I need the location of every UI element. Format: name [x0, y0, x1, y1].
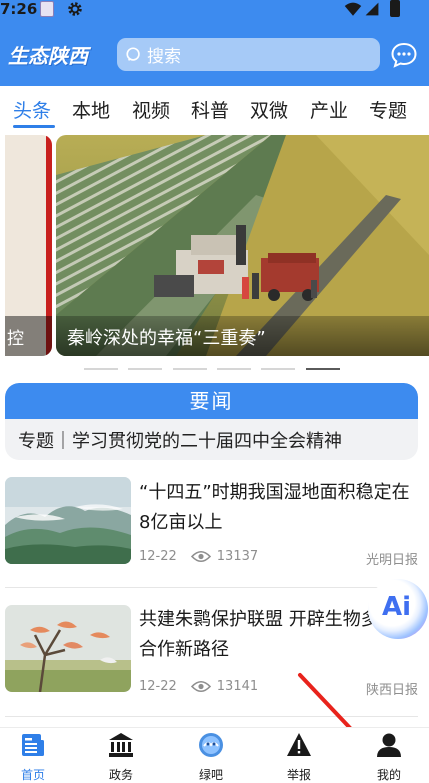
article-title[interactable]: “十四五”时期我国湿地面积稳定在8亿亩以上	[139, 478, 421, 538]
signal-icon	[365, 2, 379, 16]
nav-green-bar-label: 绿吧	[198, 768, 223, 782]
banner-carousel[interactable]: 控 秦岭深处的幸福“三重奏”	[0, 135, 429, 356]
nav-report[interactable]: 举报	[269, 732, 329, 782]
carousel-slide-current[interactable]: 秦岭深处的幸福“三重奏”	[56, 135, 429, 356]
eye-icon	[190, 550, 211, 563]
key-news-box[interactable]: 要闻 专题｜学习贯彻党的二十届四中全会精神	[5, 383, 418, 460]
status-bar: 7:26	[0, 0, 429, 20]
notification-app-icon	[40, 1, 54, 17]
search-icon	[126, 46, 140, 61]
tab-weibo-wechat[interactable]: 双微	[250, 96, 288, 123]
search-placeholder: 搜索	[147, 47, 181, 67]
battery-icon	[390, 0, 400, 17]
carousel-dot[interactable]	[261, 368, 295, 370]
article-date: 12-22	[139, 679, 177, 694]
carousel-dot[interactable]	[128, 368, 162, 370]
wetland-mountain-image	[5, 477, 131, 564]
slide-caption-text: 秦岭深处的幸福“三重奏”	[67, 328, 266, 349]
wifi-icon	[344, 2, 362, 16]
article-meta: 12-22 13141	[139, 679, 258, 694]
nav-home-label: 首页	[20, 768, 45, 782]
tab-science[interactable]: 科普	[191, 96, 229, 123]
green-bar-icon	[199, 733, 223, 757]
nav-home[interactable]: 首页	[3, 732, 63, 782]
article-item[interactable]: 共建朱鹮保护联盟 开辟生物多样性合作新路径 12-22 13141 陕西日报	[0, 602, 429, 730]
divider	[5, 587, 418, 588]
ai-assistant-label: Ai	[382, 592, 412, 622]
nav-green-bar[interactable]: 绿吧	[181, 732, 241, 782]
carousel-indicators	[0, 368, 429, 372]
category-tabs: 头条 本地 视频 科普 双微 产业 专题	[0, 86, 429, 130]
carousel-dot[interactable]	[84, 368, 118, 370]
news-icon	[22, 734, 44, 756]
warning-icon	[287, 733, 311, 756]
article-item[interactable]: “十四五”时期我国湿地面积稳定在8亿亩以上 12-22 13137 光明日报	[0, 476, 429, 604]
article-source: 光明日报	[365, 553, 418, 568]
ibis-birds-image	[5, 605, 131, 692]
carousel-dot-active[interactable]	[306, 368, 340, 370]
carousel-dot[interactable]	[217, 368, 251, 370]
slide-caption-previous: 控	[5, 316, 52, 356]
nav-profile-label: 我的	[376, 768, 401, 782]
carousel-dot[interactable]	[173, 368, 207, 370]
nav-report-label: 举报	[286, 768, 311, 782]
user-icon	[377, 733, 401, 757]
carousel-slide-previous[interactable]: 控	[5, 135, 52, 356]
slide-caption: 秦岭深处的幸福“三重奏”	[56, 316, 429, 356]
divider	[5, 716, 418, 717]
government-icon	[109, 733, 133, 757]
article-meta: 12-22 13137	[139, 549, 258, 564]
status-time: 7:26	[0, 0, 38, 18]
slide-caption-previous-text: 控	[7, 329, 24, 349]
eye-icon	[190, 680, 211, 693]
key-news-headline[interactable]: 专题｜学习贯彻党的二十届四中全会精神	[18, 427, 342, 453]
article-views: 13137	[216, 549, 259, 564]
app-logo: 生态陕西	[8, 44, 88, 68]
article-date: 12-22	[139, 549, 177, 564]
search-input[interactable]: 搜索	[117, 38, 380, 71]
nav-government[interactable]: 政务	[91, 732, 151, 782]
tab-headline[interactable]: 头条	[13, 96, 51, 123]
message-icon[interactable]	[390, 41, 418, 69]
tab-local[interactable]: 本地	[72, 96, 110, 123]
active-tab-indicator	[13, 125, 55, 128]
article-source: 陕西日报	[365, 683, 418, 698]
nav-government-label: 政务	[108, 768, 133, 782]
tab-industry[interactable]: 产业	[310, 96, 348, 123]
ai-assistant-button[interactable]: Ai	[368, 579, 428, 639]
key-news-header: 要闻	[5, 383, 418, 419]
settings-gear-icon	[68, 2, 82, 16]
tab-video[interactable]: 视频	[132, 96, 170, 123]
key-news-title: 要闻	[189, 389, 234, 413]
article-thumbnail	[5, 477, 131, 564]
nav-profile[interactable]: 我的	[359, 732, 419, 782]
app-header: 7:26 生态陕西 搜索	[0, 0, 429, 86]
article-views: 13141	[216, 679, 259, 694]
article-thumbnail	[5, 605, 131, 692]
tab-special[interactable]: 专题	[369, 96, 407, 123]
bottom-navigation: 首页 政务 绿吧 举报 我的	[0, 727, 429, 783]
